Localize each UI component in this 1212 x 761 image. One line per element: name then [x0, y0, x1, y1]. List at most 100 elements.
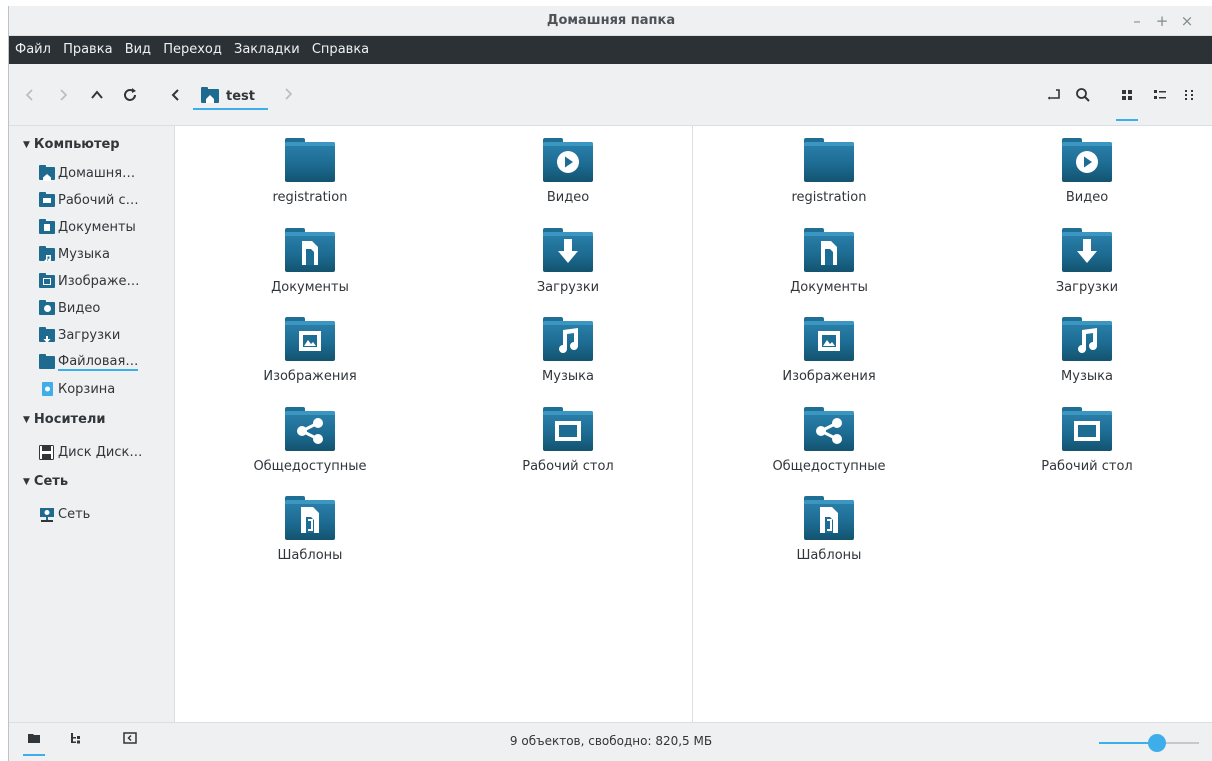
sidebar-item-pictures[interactable]: Изображе…	[39, 270, 140, 292]
chevron-left-icon	[25, 89, 33, 101]
file-item[interactable]: Видео	[493, 138, 643, 218]
sidebar-section-network[interactable]: ▼ Сеть	[23, 474, 68, 489]
menu-go[interactable]: Переход	[159, 36, 226, 64]
downloads-folder-icon	[39, 326, 55, 343]
breadcrumb-next-button[interactable]	[281, 87, 295, 105]
chevron-left-icon	[171, 89, 179, 101]
sidebar-item-desktop[interactable]: Рабочий с…	[39, 189, 139, 211]
videos-folder-icon	[39, 299, 55, 315]
videos-folder-icon	[1062, 138, 1112, 182]
shared-folder-icon	[285, 407, 335, 451]
documents-folder-icon	[804, 228, 854, 272]
zoom-slider[interactable]	[1099, 734, 1199, 752]
file-name: Рабочий стол	[522, 459, 614, 474]
file-item[interactable]: Шаблоны	[235, 496, 385, 576]
music-folder-icon	[543, 317, 593, 361]
file-name: Рабочий стол	[1041, 459, 1133, 474]
filesystem-folder-icon	[39, 353, 55, 369]
desktop-folder-icon	[1062, 407, 1112, 451]
close-button[interactable]: ×	[1177, 11, 1197, 31]
pictures-folder-icon	[804, 317, 854, 361]
forward-button[interactable]	[52, 87, 74, 107]
file-item[interactable]: Загрузки	[1012, 228, 1162, 308]
file-item[interactable]: registration	[754, 138, 904, 218]
back-button[interactable]	[19, 87, 41, 107]
triangle-down-icon: ▼	[23, 415, 30, 425]
templates-folder-icon	[804, 496, 854, 540]
sidebar-item-documents[interactable]: Документы	[39, 216, 136, 238]
file-item[interactable]: Документы	[235, 228, 385, 308]
menu-help[interactable]: Справка	[308, 36, 373, 64]
left-pane[interactable]: registration Видео Документы Загрузки Изобра…	[175, 126, 693, 722]
file-name: Видео	[1065, 190, 1109, 205]
menu-bar: Файл Правка Вид Переход Закладки Справка	[9, 36, 1212, 64]
maximize-button[interactable]: +	[1152, 11, 1172, 31]
menu-edit[interactable]: Правка	[59, 36, 116, 64]
minimize-button[interactable]: –	[1127, 11, 1147, 31]
file-name: Изображения	[782, 369, 876, 384]
file-item[interactable]: Общедоступные	[754, 407, 904, 487]
file-item[interactable]: Документы	[754, 228, 904, 308]
sidebar-section-computer[interactable]: ▼ Компьютер	[23, 137, 120, 152]
file-item[interactable]: Музыка	[493, 317, 643, 397]
file-item[interactable]: Музыка	[1012, 317, 1162, 397]
sidebar-section-devices[interactable]: ▼ Носители	[23, 412, 106, 427]
right-pane[interactable]: registration Видео Документы Загрузки Изобра…	[694, 126, 1212, 722]
file-name: registration	[272, 190, 348, 205]
compact-view-icon	[1154, 90, 1166, 99]
documents-folder-icon	[39, 218, 55, 234]
file-name: Общедоступные	[772, 459, 886, 474]
file-name: Музыка	[542, 369, 594, 384]
sidebar-item-filesystem[interactable]: Файловая…	[39, 351, 139, 373]
reload-button[interactable]	[119, 87, 141, 107]
trash-icon	[39, 382, 55, 396]
sidebar-item-downloads[interactable]: Загрузки	[39, 324, 120, 346]
sidebar-item-home[interactable]: Домашня…	[39, 162, 135, 184]
file-name: Музыка	[1061, 369, 1113, 384]
zoom-slider-handle[interactable]	[1148, 734, 1166, 752]
shared-folder-icon	[804, 407, 854, 451]
file-item[interactable]: Загрузки	[493, 228, 643, 308]
file-item[interactable]: Видео	[1012, 138, 1162, 218]
pictures-folder-icon	[285, 317, 335, 361]
grid-view-icon	[1122, 90, 1132, 100]
sidebar-item-music[interactable]: Музыка	[39, 243, 110, 265]
menu-view[interactable]: Вид	[121, 36, 155, 64]
breadcrumb-back-button[interactable]	[165, 87, 187, 107]
file-item[interactable]: Изображения	[754, 317, 904, 397]
sidebar-item-videos[interactable]: Видео	[39, 297, 100, 319]
file-name: Шаблоны	[796, 548, 862, 563]
downloads-folder-icon	[543, 228, 593, 272]
downloads-folder-icon	[1062, 228, 1112, 272]
reload-icon	[124, 88, 136, 101]
title-bar: Домашняя папка – + ×	[9, 6, 1212, 36]
chevron-right-icon	[60, 89, 68, 101]
sidebar-item-disk[interactable]: Диск Диск…	[39, 441, 142, 463]
up-button[interactable]	[86, 87, 108, 107]
window-title: Домашняя папка	[546, 13, 676, 28]
file-item[interactable]: registration	[235, 138, 385, 218]
location-edit-button[interactable]	[1044, 87, 1066, 107]
file-item[interactable]: Шаблоны	[754, 496, 904, 576]
split-view: registration Видео Документы Загрузки Изобра…	[175, 126, 1212, 722]
sidebar-item-network[interactable]: Сеть	[39, 503, 90, 525]
view-compact-button[interactable]	[1149, 87, 1171, 107]
search-button[interactable]	[1072, 87, 1094, 107]
menu-file[interactable]: Файл	[11, 36, 55, 64]
breadcrumb-home[interactable]: test	[193, 84, 268, 110]
file-item[interactable]: Общедоступные	[235, 407, 385, 487]
sidebar-item-trash[interactable]: Корзина	[39, 378, 115, 400]
file-item[interactable]: Рабочий стол	[1012, 407, 1162, 487]
home-folder-icon	[201, 87, 219, 103]
menu-bookmarks[interactable]: Закладки	[230, 36, 304, 64]
file-item[interactable]: Рабочий стол	[493, 407, 643, 487]
file-manager-window: Домашняя папка – + × Файл Правка Вид Пер…	[8, 6, 1212, 761]
file-item[interactable]: Изображения	[235, 317, 385, 397]
folder-icon	[285, 138, 335, 182]
file-name: Загрузки	[1055, 280, 1119, 295]
triangle-down-icon: ▼	[23, 140, 30, 150]
view-icons-button[interactable]	[1116, 87, 1138, 121]
file-name: Общедоступные	[253, 459, 367, 474]
view-details-button[interactable]	[1179, 87, 1201, 107]
videos-folder-icon	[543, 138, 593, 182]
